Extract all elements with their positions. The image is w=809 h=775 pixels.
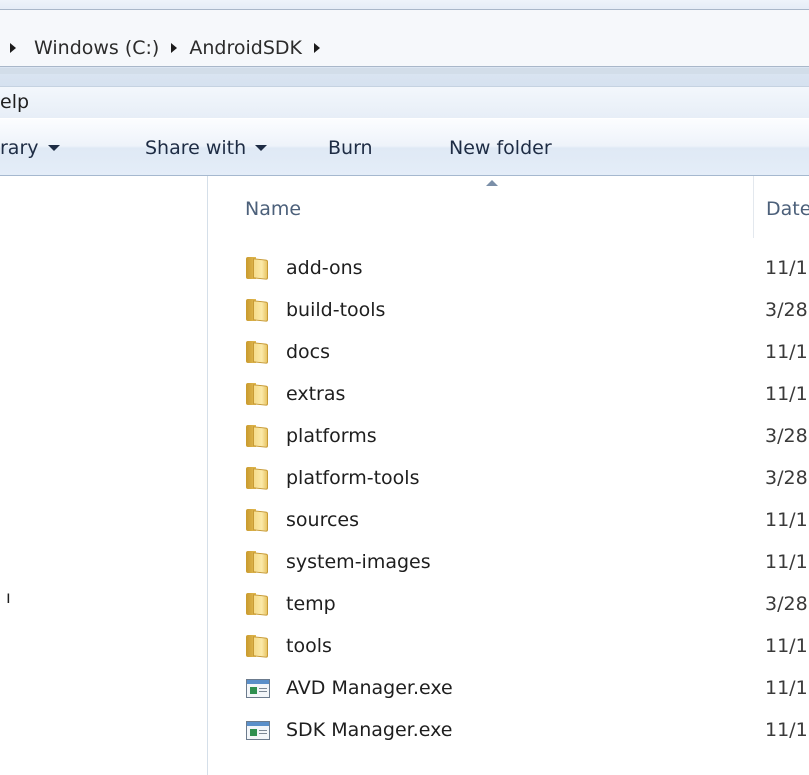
folder-icon (246, 383, 270, 406)
column-header-name-label: Name (245, 198, 302, 220)
nav-pane-item-partial[interactable]: ı (6, 588, 11, 608)
folder-icon (246, 635, 270, 658)
file-date-modified: 11/1 (765, 383, 808, 405)
file-row[interactable]: temp 3/28 (208, 584, 809, 626)
include-in-library-label: rary (0, 137, 39, 159)
column-header-date[interactable]: Date (766, 176, 809, 238)
chevron-right-icon[interactable] (10, 43, 16, 53)
content-area: ı Name Date add-ons 11/1 build-tools 3/2… (0, 176, 809, 775)
burn-label: Burn (328, 137, 373, 159)
folder-icon (246, 593, 270, 616)
folder-icon (246, 299, 270, 322)
file-row[interactable]: AVD Manager.exe 11/1 (208, 668, 809, 710)
menu-item-help[interactable]: elp (0, 91, 29, 113)
file-date-modified: 11/1 (765, 509, 808, 531)
chevron-down-icon (255, 145, 268, 151)
file-date-modified: 11/1 (765, 341, 808, 363)
include-in-library-button[interactable]: rary (0, 137, 60, 159)
breadcrumb-item-windows-c[interactable]: Windows (C:) (34, 37, 159, 59)
file-row[interactable]: platforms 3/28 (208, 416, 809, 458)
column-header-date-label: Date (766, 198, 809, 220)
folder-icon (246, 425, 270, 448)
file-date-modified: 3/28 (765, 467, 808, 489)
command-bar: rary Share with Burn New folder (0, 118, 809, 176)
application-exe-icon (246, 677, 270, 699)
column-resize-handle[interactable] (753, 176, 754, 238)
file-date-modified: 11/1 (765, 719, 808, 741)
file-date-modified: 3/28 (765, 593, 808, 615)
application-exe-icon (246, 719, 270, 741)
file-name: sources (286, 509, 359, 531)
file-row[interactable]: sources 11/1 (208, 500, 809, 542)
file-date-modified: 11/1 (765, 677, 808, 699)
column-header-name[interactable]: Name (208, 176, 753, 238)
folder-icon (246, 341, 270, 364)
folder-icon (246, 467, 270, 490)
file-date-modified: 3/28 (765, 425, 808, 447)
file-name: tools (286, 635, 332, 657)
menu-bar: elp (0, 86, 809, 118)
file-name: build-tools (286, 299, 386, 321)
file-date-modified: 11/1 (765, 551, 808, 573)
file-row[interactable]: add-ons 11/1 (208, 248, 809, 290)
burn-button[interactable]: Burn (328, 137, 373, 159)
file-row[interactable]: tools 11/1 (208, 626, 809, 668)
chevron-down-icon (47, 145, 60, 151)
file-name: platform-tools (286, 467, 420, 489)
file-name: temp (286, 593, 336, 615)
file-row[interactable]: extras 11/1 (208, 374, 809, 416)
share-with-button[interactable]: Share with (145, 137, 268, 159)
file-name: platforms (286, 425, 377, 447)
chevron-right-icon[interactable] (171, 43, 178, 53)
share-with-label: Share with (145, 137, 247, 159)
file-name: add-ons (286, 257, 363, 279)
file-name: system-images (286, 551, 431, 573)
address-bar-lower-edge (0, 68, 809, 74)
file-date-modified: 3/28 (765, 299, 808, 321)
sort-ascending-icon (486, 180, 498, 186)
address-band: Windows (C:) AndroidSDK (0, 0, 809, 91)
file-row[interactable]: docs 11/1 (208, 332, 809, 374)
file-row[interactable]: system-images 11/1 (208, 542, 809, 584)
file-name: docs (286, 341, 331, 363)
folder-icon (246, 551, 270, 574)
breadcrumb: Windows (C:) AndroidSDK (10, 35, 332, 61)
breadcrumb-item-androidsdk[interactable]: AndroidSDK (189, 37, 302, 59)
file-row[interactable]: SDK Manager.exe 11/1 (208, 710, 809, 752)
address-bar[interactable]: Windows (C:) AndroidSDK (0, 9, 809, 67)
navigation-pane[interactable]: ı (0, 176, 207, 775)
chevron-right-icon[interactable] (313, 43, 320, 53)
file-date-modified: 11/1 (765, 257, 808, 279)
new-folder-label: New folder (449, 137, 552, 159)
file-name: AVD Manager.exe (286, 677, 453, 699)
file-list: add-ons 11/1 build-tools 3/28 docs 11/1 … (208, 248, 809, 752)
folder-icon (246, 257, 270, 280)
file-row[interactable]: build-tools 3/28 (208, 290, 809, 332)
file-row[interactable]: platform-tools 3/28 (208, 458, 809, 500)
file-name: SDK Manager.exe (286, 719, 453, 741)
file-date-modified: 11/1 (765, 635, 808, 657)
file-name: extras (286, 383, 346, 405)
new-folder-button[interactable]: New folder (449, 137, 552, 159)
folder-icon (246, 509, 270, 532)
